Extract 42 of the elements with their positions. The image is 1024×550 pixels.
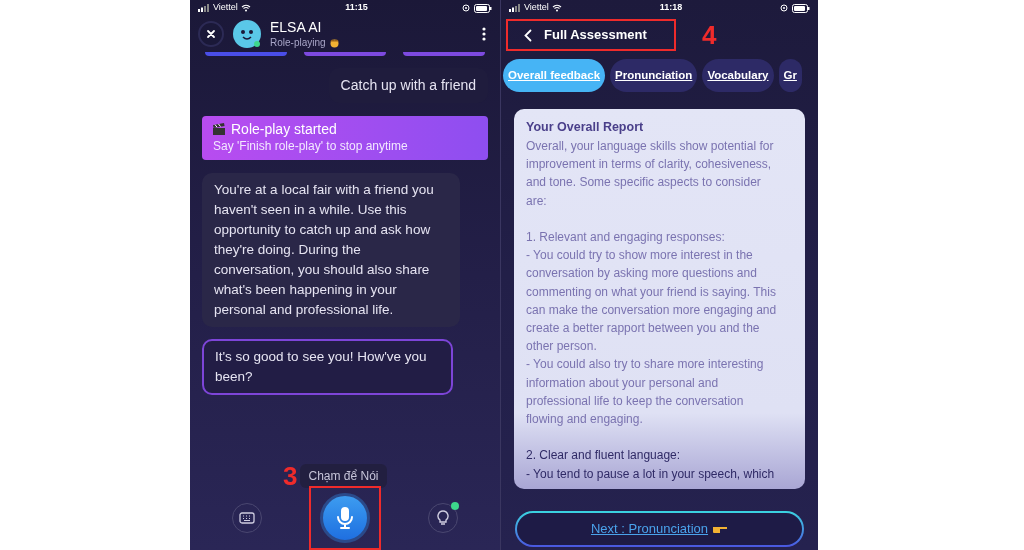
report-paragraph: 2. Clear and fluent language: - You tend to pause a lot in your speech, which [526,447,776,483]
keyboard-icon [239,512,255,524]
annotation-number: 4 [702,22,717,48]
signal-icon [198,4,210,12]
status-time: 11:18 [659,1,683,15]
microphone-button[interactable] [320,493,370,543]
annotation-number: 3 [283,463,298,489]
carrier-name: Viettel [213,1,238,15]
back-icon [524,28,532,42]
microphone-icon [336,506,354,530]
report-paragraph: Overall, your language skills show potential for improvement in terms of clarity, cohesiveness, and tone. Some specific aspects to consider are: [526,138,775,210]
close-button[interactable] [198,21,224,47]
lightbulb-icon [437,510,449,526]
page-title: Full Assessment [544,26,647,45]
pointing-hand-icon [712,524,729,534]
status-time: 11:15 [345,1,368,15]
report-title: Your Overall Report [526,119,645,136]
banner-title: Role-play started [231,121,337,138]
tab[interactable]: Pronunciation [610,59,698,92]
chat-title: ELSA AI [270,18,323,35]
close-icon [206,29,216,39]
orientation-lock-icon [462,4,470,12]
message-bubble: It's so good to see you! How've you been? [202,339,453,395]
clapperboard-icon [212,123,226,136]
more-options-icon[interactable] [482,27,486,41]
message-bubble: You're at a local fair with a friend you haven't seen in a while. Use this opportunity to catch up and ask how they're doing. During the conversation, you should also share what's been happening in your personal and professional life. [202,173,460,327]
chat-subtitle: Role-playing [270,35,326,50]
wifi-icon [240,4,251,12]
next-button[interactable]: Next : Pronunciation [517,513,802,545]
tab[interactable]: Gr [778,59,802,92]
signal-icon [509,4,521,12]
banner-subtitle: Say 'Finish role-play' to stop anytime [212,138,409,155]
bot-avatar-icon [232,19,262,49]
tab[interactable]: Vocabulary [702,59,774,92]
battery-icon [792,3,810,13]
wifi-icon [551,4,562,12]
carrier-name: Viettel [524,1,549,15]
tooltip: Chạm để Nói [300,464,387,488]
back-button[interactable]: Full Assessment [506,19,676,51]
battery-icon [474,3,492,13]
orientation-lock-icon [780,4,788,12]
report-paragraph: 1. Relevant and engaging responses: - You could try to show more interest in the conversation by asking more questions and commenting on what your friend is saying. This can make the conversation more engaging and create a better rapport between you and the other person. - You could also try to share more interesting information about your personal and professional life to keep the conversation flowing and engaging. [526,229,778,429]
